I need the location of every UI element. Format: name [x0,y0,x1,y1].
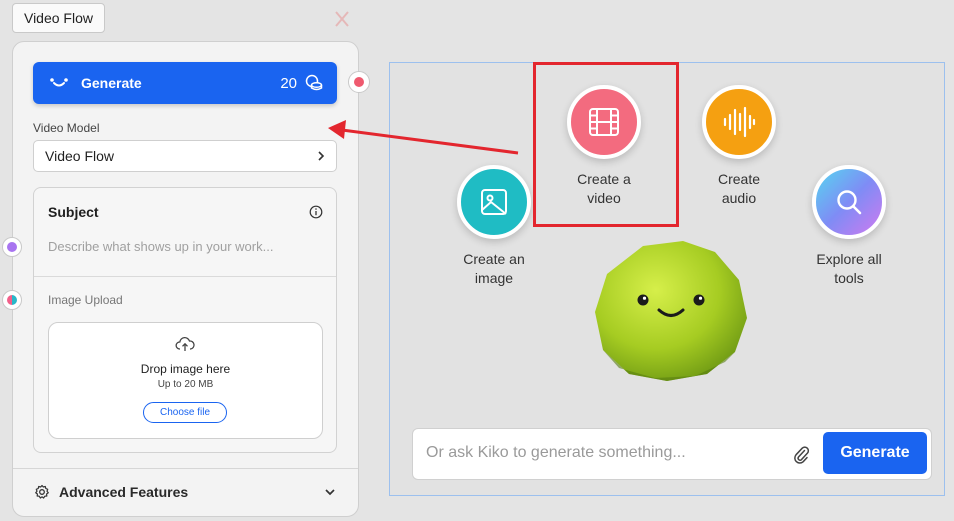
create-image-button[interactable] [457,165,531,239]
image-icon [481,189,507,215]
gear-icon [35,484,49,499]
cloud-upload-icon [175,336,195,351]
create-audio-button[interactable] [702,85,776,159]
credits-count: 20 [280,74,297,92]
waveform-icon [723,106,756,138]
generate-label: Generate [81,75,142,91]
explore-tools-label: Explore all tools [816,251,882,286]
chevron-down-icon[interactable] [324,486,336,498]
info-icon[interactable] [309,205,323,219]
advanced-features-toggle[interactable]: Advanced Features [59,484,188,500]
tab-video-flow[interactable]: Video Flow [12,3,105,33]
close-icon[interactable] [330,8,354,30]
create-image-label: Create an image [463,251,525,286]
chat-input[interactable]: Or ask Kiko to generate something... [426,444,686,462]
subject-connector-dot[interactable] [2,237,22,257]
video-model-label: Video Model [33,121,100,135]
annotation-arrow [328,120,519,155]
paperclip-icon[interactable] [792,444,810,464]
subject-title: Subject [48,204,99,220]
create-audio-label: Create audio [717,171,761,206]
choose-file-button[interactable]: Choose file [143,402,227,423]
chat-generate-button[interactable]: Generate [823,432,927,474]
drop-image-text: Drop image here [140,362,231,376]
divider [13,468,358,469]
highlight-annotation [533,62,679,227]
generate-button[interactable]: Generate 20 [33,62,337,104]
video-model-select[interactable]: Video Flow [33,140,337,172]
image-connector-dot[interactable] [2,290,22,310]
image-upload-label: Image Upload [48,293,123,307]
subject-input[interactable]: Describe what shows up in your work... [48,239,273,254]
explore-tools-button[interactable] [812,165,886,239]
divider [34,276,336,277]
coins-icon [305,74,323,91]
upload-size-limit: Up to 20 MB [157,379,214,390]
video-model-value: Video Flow [45,148,115,164]
smile-logo-icon [50,78,68,87]
output-connector-dot[interactable] [348,71,370,93]
search-icon [837,190,862,215]
kiko-mascot [595,241,747,381]
